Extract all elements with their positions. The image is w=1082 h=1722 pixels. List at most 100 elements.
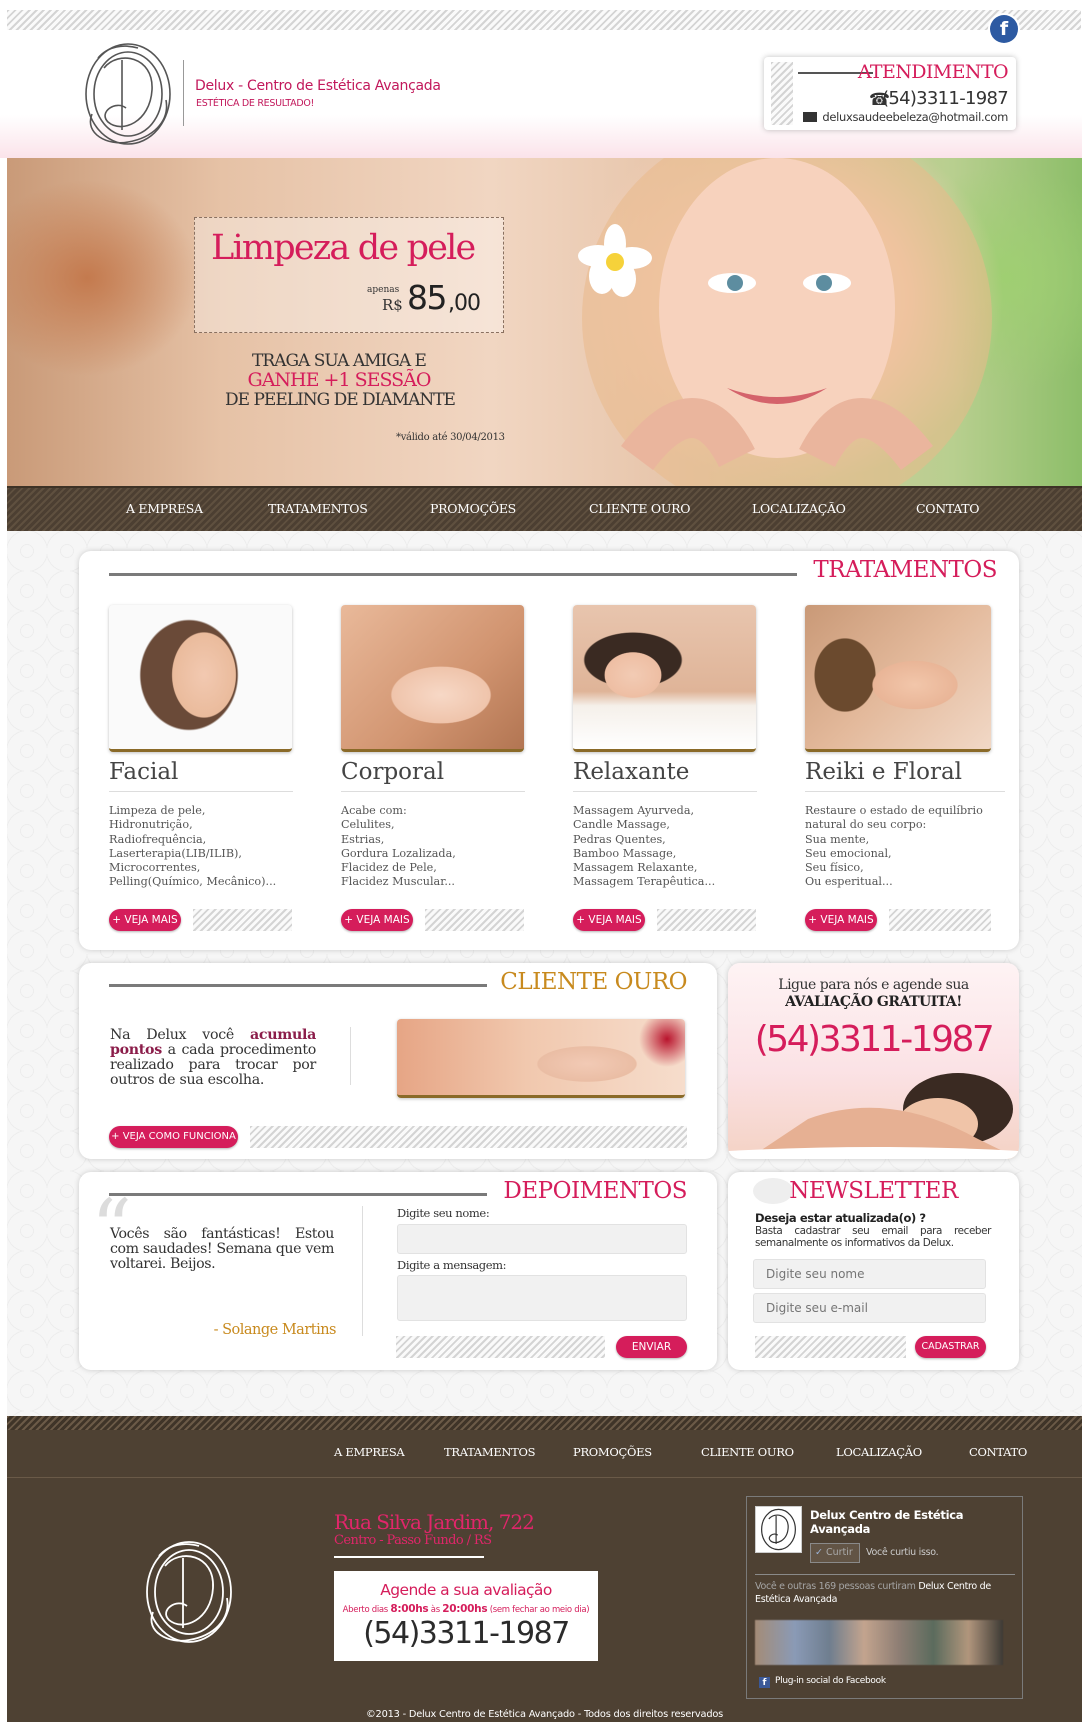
hours-sep: às xyxy=(428,1605,443,1615)
cta-massage-image xyxy=(728,1073,1019,1159)
relaxante-list: Massagem Ayurveda, Candle Massage, Pedra… xyxy=(573,804,715,890)
newsletter-email-input[interactable] xyxy=(753,1293,986,1323)
relaxante-item: Massagem Terapêutica... xyxy=(573,875,716,889)
reiki-item: natural do seu corpo: xyxy=(805,818,927,832)
fb-social-text: Você e outras 169 pessoas curtiram Delux… xyxy=(755,1580,1017,1606)
fb-like-label: Curtir xyxy=(826,1547,853,1558)
cliente-ouro-panel: CLIENTE OURO Na Delux você acumula ponto… xyxy=(79,963,717,1159)
footer-nav-promocoes[interactable]: PROMOÇÕES xyxy=(573,1445,652,1459)
promo-line-3: DE PEELING DE DIAMANTE xyxy=(225,390,456,410)
facial-item: Laserterapia(LIB/ILIB), xyxy=(109,846,242,860)
reiki-image[interactable] xyxy=(805,605,991,752)
newsletter-name-input[interactable] xyxy=(753,1259,986,1289)
corporal-image[interactable] xyxy=(341,605,524,752)
agende-phone: (54)3311-1987 xyxy=(363,1616,570,1651)
cta-panel[interactable]: Ligue para nós e agende sua AVALIAÇÃO GR… xyxy=(728,963,1019,1159)
cta-line-1: Ligue para nós e agende sua xyxy=(778,977,969,993)
relaxante-item: Bamboo Massage, xyxy=(573,846,677,860)
footer-address-line xyxy=(334,1556,484,1558)
relaxante-image[interactable] xyxy=(573,605,756,752)
banner-title: Limpeza de pele xyxy=(211,228,476,268)
nav-localizacao[interactable]: LOCALIZAÇÃO xyxy=(752,501,846,516)
promo-validity: *válido até 30/04/2013 xyxy=(396,432,505,443)
cliente-ouro-image xyxy=(397,1019,685,1098)
relaxante-item: Massagem Relaxante, xyxy=(573,861,698,875)
cliente-ouro-title: CLIENTE OURO xyxy=(500,969,687,995)
facial-item: Hidronutrição, xyxy=(109,818,193,832)
reiki-item: Seu emocional, xyxy=(805,846,892,860)
footer-nav-cliente-ouro[interactable]: CLIENTE OURO xyxy=(701,1445,794,1459)
nav-tratamentos[interactable]: TRATAMENTOS xyxy=(268,501,368,516)
footer: A EMPRESA TRATAMENTOS PROMOÇÕES CLIENTE … xyxy=(7,1416,1082,1722)
cliente-ouro-text: Na Delux você acumula pontos a cada proc… xyxy=(110,1028,316,1088)
depoimento-message-input[interactable] xyxy=(397,1275,687,1321)
facial-item: Limpeza de pele, xyxy=(109,804,206,817)
facial-image[interactable] xyxy=(109,605,292,752)
facebook-widget: Delux Centro de Estética Avançada ✓ Curt… xyxy=(746,1496,1023,1699)
corporal-hatch xyxy=(425,909,524,931)
enviar-button[interactable]: ENVIAR xyxy=(616,1336,687,1358)
cta-line-2: AVALIAÇÃO GRATUITA! xyxy=(785,994,962,1010)
mail-icon xyxy=(803,112,817,122)
footer-logo xyxy=(146,1541,232,1643)
message-label: Digite a mensagem: xyxy=(397,1258,507,1272)
fb-page-name[interactable]: Delux Centro de Estética Avançada xyxy=(810,1508,1010,1536)
footer-nav-localizacao[interactable]: LOCALIZAÇÃO xyxy=(836,1445,922,1459)
nav-cliente-ouro[interactable]: CLIENTE OURO xyxy=(589,501,690,516)
footer-city: Centro - Passo Fundo / RS xyxy=(334,1533,492,1548)
facial-list: Limpeza de pele, Hidronutrição, Radiofre… xyxy=(109,804,276,890)
facial-item: Radiofrequência, xyxy=(109,832,207,846)
attendance-label: ATENDIMENTO xyxy=(857,61,1009,83)
corporal-item: Gordura Lozalizada, xyxy=(341,846,456,860)
fb-plugin-icon: f xyxy=(759,1677,770,1688)
logo[interactable] xyxy=(78,38,178,150)
nav-a-empresa[interactable]: A EMPRESA xyxy=(126,501,203,516)
header-email[interactable]: deluxsaudeebeleza@hotmail.com xyxy=(822,110,1008,124)
facial-separator xyxy=(109,791,293,792)
relaxante-title: Relaxante xyxy=(573,759,690,785)
cadastrar-button[interactable]: CADASTRAR xyxy=(915,1336,986,1358)
nav-promocoes[interactable]: PROMOÇÕES xyxy=(430,501,516,516)
facial-hatch xyxy=(193,909,292,931)
fb-plugin-label[interactable]: Plug-in social do Facebook xyxy=(775,1676,886,1686)
price-prefix: apenas xyxy=(367,285,400,295)
testimonial-author: - Solange Martins xyxy=(213,1322,337,1338)
depoimentos-hatch xyxy=(396,1336,605,1358)
depoimento-name-input[interactable] xyxy=(397,1224,687,1254)
relaxante-hatch xyxy=(657,909,756,931)
footer-nav-a-empresa[interactable]: A EMPRESA xyxy=(334,1445,405,1459)
reiki-item: Restaure o estado de equilíbrio xyxy=(805,804,983,817)
top-stripe xyxy=(7,10,1081,30)
footer-nav-tratamentos[interactable]: TRATAMENTOS xyxy=(444,1445,536,1459)
reiki-item: Ou esperitual... xyxy=(805,875,893,889)
veja-como-funciona-button[interactable]: + VEJA COMO FUNCIONA xyxy=(109,1126,238,1148)
depoimentos-title: DEPOIMENTOS xyxy=(503,1178,687,1204)
relaxante-separator xyxy=(573,791,757,792)
cta-phone: (54)3311-1987 xyxy=(754,1019,995,1060)
brand-name: Delux - Centro de Estética Avançada xyxy=(195,78,441,94)
reiki-veja-mais-button[interactable]: + VEJA MAIS xyxy=(805,909,877,931)
newsletter-hatch xyxy=(755,1336,906,1358)
facebook-icon[interactable]: f xyxy=(990,15,1018,43)
copyright: ©2013 - Delux Centro de Estética Avançad… xyxy=(365,1709,724,1720)
tratamentos-line xyxy=(109,573,797,576)
testimonial-quote: Vocês são fantásticas! Estou com saudade… xyxy=(110,1226,334,1272)
fb-sep xyxy=(755,1574,1015,1575)
cliente-ouro-text-a: Na Delux você xyxy=(110,1027,251,1043)
price-dec: ,00 xyxy=(448,291,481,316)
corporal-veja-mais-button[interactable]: + VEJA MAIS xyxy=(341,909,413,931)
facial-item: Microcorrentes, xyxy=(109,861,201,875)
fb-page-logo[interactable] xyxy=(755,1506,802,1553)
fb-social-count: Você e outras 169 pessoas curtiram xyxy=(755,1581,919,1592)
facial-item: Pelling(Químico, Mecânico)... xyxy=(109,875,277,889)
agende-box: Agende a sua avaliação Aberto dias 8:00h… xyxy=(334,1571,598,1661)
contact-box: ATENDIMENTO ☎ (54)3311-1987 deluxsaudeeb… xyxy=(764,57,1016,130)
nav-contato[interactable]: CONTATO xyxy=(916,501,980,516)
footer-nav-contato[interactable]: CONTATO xyxy=(969,1445,1027,1459)
fb-like-button[interactable]: ✓ Curtir xyxy=(810,1543,860,1563)
relaxante-veja-mais-button[interactable]: + VEJA MAIS xyxy=(573,909,645,931)
facial-veja-mais-button[interactable]: + VEJA MAIS xyxy=(109,909,181,931)
brand-divider xyxy=(183,60,184,126)
fb-page-logo-icon xyxy=(761,1508,796,1551)
corporal-item: Flacidez de Pele, xyxy=(341,861,437,875)
